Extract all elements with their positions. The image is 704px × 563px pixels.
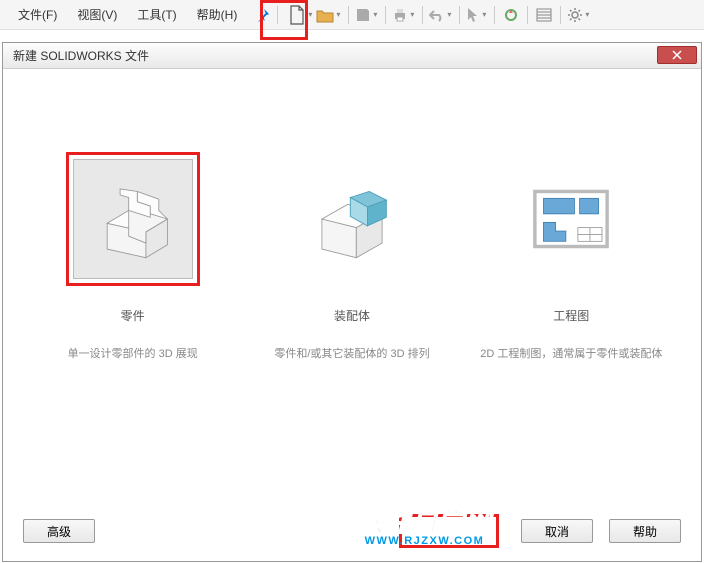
- menu-file[interactable]: 文件(F): [8, 0, 67, 29]
- option-drawing-title: 工程图: [553, 307, 589, 324]
- advanced-button[interactable]: 高级: [23, 519, 95, 543]
- close-button[interactable]: [657, 46, 697, 64]
- new-document-button[interactable]: ▾: [288, 5, 314, 25]
- open-button[interactable]: ▾: [316, 5, 342, 25]
- toolbar: ▾ ▾ ▾ ▾ ▾ ▾: [288, 5, 591, 25]
- save-button[interactable]: ▾: [355, 5, 379, 25]
- assembly-icon: [292, 159, 412, 279]
- option-part[interactable]: 零件 单一设计零部件的 3D 展现: [33, 159, 233, 363]
- new-document-dialog: 新建 SOLIDWORKS 文件 零件 单一设计零部件的 3D 展现: [2, 42, 702, 562]
- cancel-button[interactable]: 取消: [521, 519, 593, 543]
- option-assembly-desc: 零件和/或其它装配体的 3D 排列: [274, 346, 429, 363]
- dialog-title-text: 新建 SOLIDWORKS 文件: [13, 47, 149, 64]
- menu-help[interactable]: 帮助(H): [187, 0, 248, 29]
- option-assembly-title: 装配体: [334, 307, 370, 324]
- toolbar-separator: [277, 6, 278, 24]
- drawing-icon: [511, 159, 631, 279]
- menu-view[interactable]: 视图(V): [67, 0, 127, 29]
- option-part-desc: 单一设计零部件的 3D 展现: [68, 346, 198, 363]
- part-icon: [73, 159, 193, 279]
- option-part-title: 零件: [121, 307, 145, 324]
- option-drawing-desc: 2D 工程制图，通常属于零件或装配体: [480, 346, 662, 363]
- dropdown-arrow-icon: ▾: [308, 10, 312, 19]
- select-button[interactable]: ▾: [466, 5, 488, 25]
- rebuild-button[interactable]: [501, 5, 521, 25]
- dialog-titlebar: 新建 SOLIDWORKS 文件: [3, 43, 701, 69]
- help-button[interactable]: 帮助: [609, 519, 681, 543]
- print-button[interactable]: ▾: [392, 5, 416, 25]
- dialog-body: 零件 单一设计零部件的 3D 展现 装配体 零件和/或其它装配体的 3D 排列: [3, 69, 701, 383]
- options-button[interactable]: [534, 5, 554, 25]
- menu-tools[interactable]: 工具(T): [127, 0, 186, 29]
- option-assembly[interactable]: 装配体 零件和/或其它装配体的 3D 排列: [252, 159, 452, 363]
- settings-button[interactable]: ▾: [567, 5, 591, 25]
- close-icon: [672, 50, 682, 60]
- option-drawing[interactable]: 工程图 2D 工程制图，通常属于零件或装配体: [471, 159, 671, 363]
- pin-icon[interactable]: [253, 5, 273, 25]
- undo-button[interactable]: ▾: [429, 5, 453, 25]
- menubar: 文件(F) 视图(V) 工具(T) 帮助(H) ▾ ▾ ▾ ▾ ▾: [0, 0, 704, 30]
- dialog-footer: 高级 取消 帮助: [3, 519, 701, 543]
